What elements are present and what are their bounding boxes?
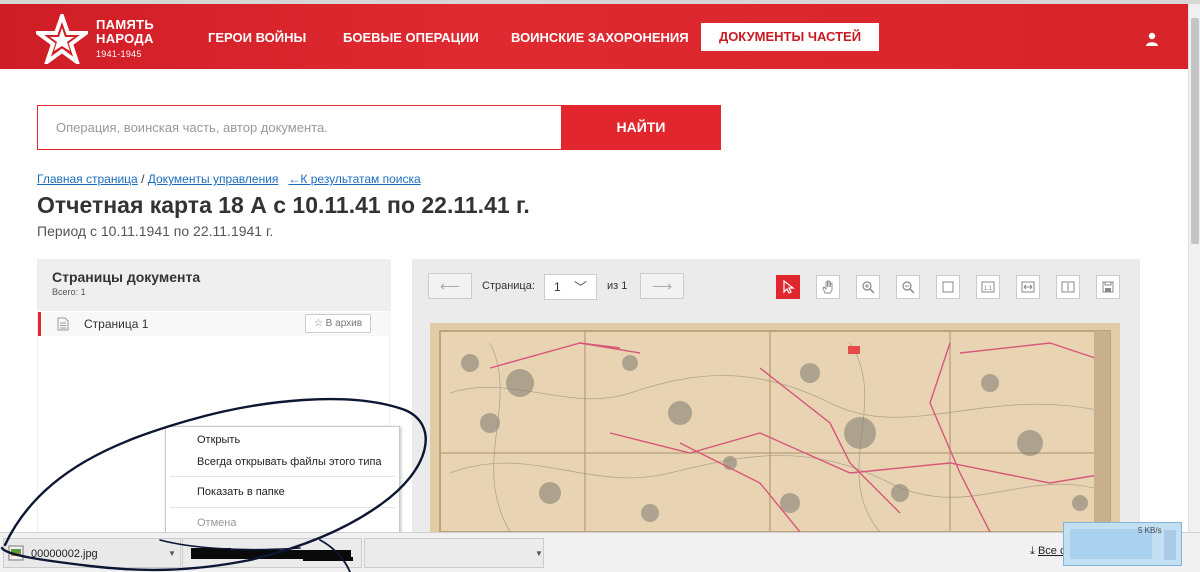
document-icon [57, 317, 69, 331]
pages-panel-header: Страницы документа Всего: 1 [38, 260, 391, 311]
page-list-item[interactable]: Страница 1 ☆ В архив [38, 312, 391, 336]
next-page-button[interactable]: ⟶ [640, 273, 684, 299]
actual-size-button[interactable]: 1:1 [976, 275, 1000, 299]
logo-line-2: НАРОДА [96, 31, 154, 46]
nav-operations[interactable]: БОЕВЫЕ ОПЕРАЦИИ [343, 30, 479, 45]
logo-line-1: ПАМЯТЬ [96, 17, 154, 32]
fit-width-button[interactable] [1016, 275, 1040, 299]
page-select-value: 1 [554, 280, 561, 294]
logo-text[interactable]: ПАМЯТЬ НАРОДА 1941-1945 [96, 18, 154, 61]
page-select[interactable]: 1 ﹀ [544, 274, 597, 300]
download-shelf: 00000002.jpg ▼ ▼ ⤓ Все скачанные файлы..… [0, 532, 1200, 572]
search-button[interactable]: НАЙТИ [561, 105, 721, 150]
prev-page-button[interactable]: ⟵ [428, 273, 472, 299]
breadcrumb-separator: / [137, 172, 148, 186]
star-logo-icon[interactable] [36, 14, 88, 64]
save-icon [1102, 281, 1114, 293]
fit-height-icon [1061, 281, 1075, 293]
pan-tool-button[interactable] [816, 275, 840, 299]
document-period: Период с 10.11.1941 по 22.11.1941 г. [37, 223, 274, 239]
download-context-menu: Открыть Всегда открывать файлы этого тип… [165, 426, 400, 533]
site-header: ПАМЯТЬ НАРОДА 1941-1945 ГЕРОИ ВОЙНЫ БОЕВ… [0, 4, 1188, 69]
download-item[interactable]: 00000002.jpg ▼ [3, 538, 181, 568]
chevron-down-icon[interactable]: ▼ [168, 549, 176, 558]
menu-divider [170, 507, 395, 508]
chevron-down-icon: ﹀ [574, 280, 588, 295]
breadcrumb-section-link[interactable]: Документы управления [148, 172, 279, 186]
user-icon[interactable] [1145, 32, 1159, 46]
logo-years: 1941-1945 [96, 49, 142, 59]
fit-page-button[interactable] [936, 275, 960, 299]
save-image-button[interactable] [1096, 275, 1120, 299]
menu-item-cancel[interactable]: Отмена [197, 517, 236, 529]
fit-width-icon [1021, 281, 1035, 293]
menu-item-open[interactable]: Открыть [197, 434, 240, 446]
tray-speed: 5 KB/s [1138, 526, 1162, 535]
actual-size-icon: 1:1 [981, 281, 995, 293]
hand-icon [822, 280, 833, 294]
nav-heroes[interactable]: ГЕРОИ ВОЙНЫ [208, 30, 306, 45]
page-scrollbar[interactable] [1188, 4, 1200, 532]
download-icon: ⤓ [1030, 545, 1035, 557]
document-viewer: ⟵ Страница: 1 ﹀ из 1 ⟶ 1:1 [412, 259, 1140, 532]
search-input[interactable]: Операция, воинская часть, автор документ… [37, 105, 562, 150]
pages-panel-title: Страницы документа [52, 269, 201, 285]
speed-tray-widget[interactable]: 5 KB/s [1063, 522, 1182, 566]
fit-page-icon [942, 281, 954, 293]
back-to-results-link[interactable]: ←К результатам поиска [288, 172, 420, 186]
fit-height-button[interactable] [1056, 275, 1080, 299]
menu-item-show-in-folder[interactable]: Показать в папке [197, 486, 285, 498]
add-to-archive-button[interactable]: ☆ В архив [305, 314, 371, 333]
page-count: из 1 [607, 280, 628, 292]
scrollbar-thumb[interactable] [1191, 18, 1199, 244]
redaction-scribble [191, 548, 353, 561]
pages-total: Всего: 1 [52, 287, 86, 297]
breadcrumb-home-link[interactable]: Главная страница [37, 172, 138, 186]
page-label: Страница: [482, 280, 535, 292]
zoom-in-button[interactable] [856, 275, 880, 299]
nav-unit-documents[interactable]: ДОКУМЕНТЫ ЧАСТЕЙ [701, 23, 879, 51]
download-file-name: 00000002.jpg [31, 548, 98, 560]
menu-divider [170, 476, 395, 477]
cursor-icon [783, 279, 795, 294]
download-item-blank[interactable]: ▼ [364, 538, 544, 568]
menu-item-always-open[interactable]: Всегда открывать файлы этого типа [197, 456, 382, 468]
breadcrumb: Главная страница / Документы управления … [37, 172, 421, 186]
image-file-icon [8, 545, 24, 561]
page-item-label: Страница 1 [84, 317, 149, 331]
page-title: Отчетная карта 18 А с 10.11.41 по 22.11.… [37, 192, 530, 218]
zoom-out-icon [902, 281, 915, 294]
map-scan-image[interactable] [430, 323, 1120, 532]
zoom-out-button[interactable] [896, 275, 920, 299]
svg-text:1:1: 1:1 [984, 286, 993, 292]
nav-burials[interactable]: ВОИНСКИЕ ЗАХОРОНЕНИЯ [511, 30, 689, 45]
tray-scroll-button[interactable] [1164, 530, 1176, 560]
chevron-down-icon[interactable]: ▼ [535, 549, 543, 558]
select-tool-button[interactable] [776, 275, 800, 299]
zoom-in-icon [862, 281, 875, 294]
download-item-redacted[interactable] [182, 538, 362, 568]
